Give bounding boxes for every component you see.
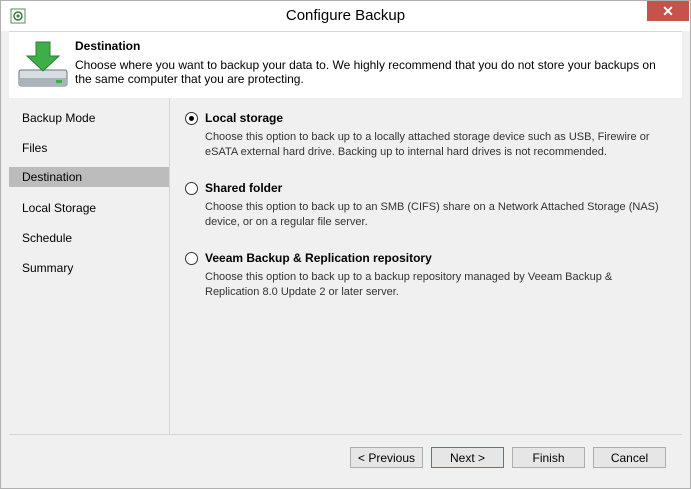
veeam-repository-description: Choose this option to back up to a backu… bbox=[205, 271, 613, 298]
shared-folder-label[interactable]: Shared folder bbox=[205, 181, 282, 195]
download-to-drive-icon bbox=[18, 41, 68, 87]
header-title: Destination bbox=[75, 39, 141, 53]
configure-backup-window: Configure Backup ✕ Destination Choose wh… bbox=[0, 0, 691, 489]
button-bar: < Previous Next > Finish Cancel bbox=[9, 434, 682, 481]
local-storage-radio[interactable] bbox=[185, 112, 198, 125]
destination-options-panel: Local storage Choose this option to back… bbox=[170, 98, 682, 434]
window-title: Configure Backup bbox=[285, 7, 406, 24]
sidebar-item-files[interactable]: Files bbox=[9, 138, 169, 158]
wizard-steps-sidebar: Backup Mode Files Destination Local Stor… bbox=[9, 98, 170, 434]
local-storage-description: Choose this option to back up to a local… bbox=[205, 131, 650, 158]
close-button[interactable]: ✕ bbox=[647, 1, 689, 21]
page-header: Destination Choose where you want to bac… bbox=[9, 31, 682, 99]
header-description: Choose where you want to backup your dat… bbox=[75, 58, 656, 86]
veeam-repository-radio[interactable] bbox=[185, 252, 198, 265]
title-bar[interactable]: Configure Backup ✕ bbox=[1, 1, 690, 31]
shared-folder-radio[interactable] bbox=[185, 182, 198, 195]
sidebar-item-destination[interactable]: Destination bbox=[9, 167, 169, 187]
sidebar-item-local-storage[interactable]: Local Storage bbox=[9, 198, 169, 218]
sidebar-item-schedule[interactable]: Schedule bbox=[9, 228, 169, 248]
previous-button[interactable]: < Previous bbox=[350, 447, 423, 468]
finish-button[interactable]: Finish bbox=[512, 447, 585, 468]
cancel-button[interactable]: Cancel bbox=[593, 447, 666, 468]
shared-folder-description: Choose this option to back up to an SMB … bbox=[205, 201, 659, 228]
veeam-repository-label[interactable]: Veeam Backup & Replication repository bbox=[205, 251, 432, 265]
next-button[interactable]: Next > bbox=[431, 447, 504, 468]
local-storage-label[interactable]: Local storage bbox=[205, 111, 283, 125]
sidebar-item-summary[interactable]: Summary bbox=[9, 258, 169, 278]
sidebar-item-backup-mode[interactable]: Backup Mode bbox=[9, 108, 169, 128]
